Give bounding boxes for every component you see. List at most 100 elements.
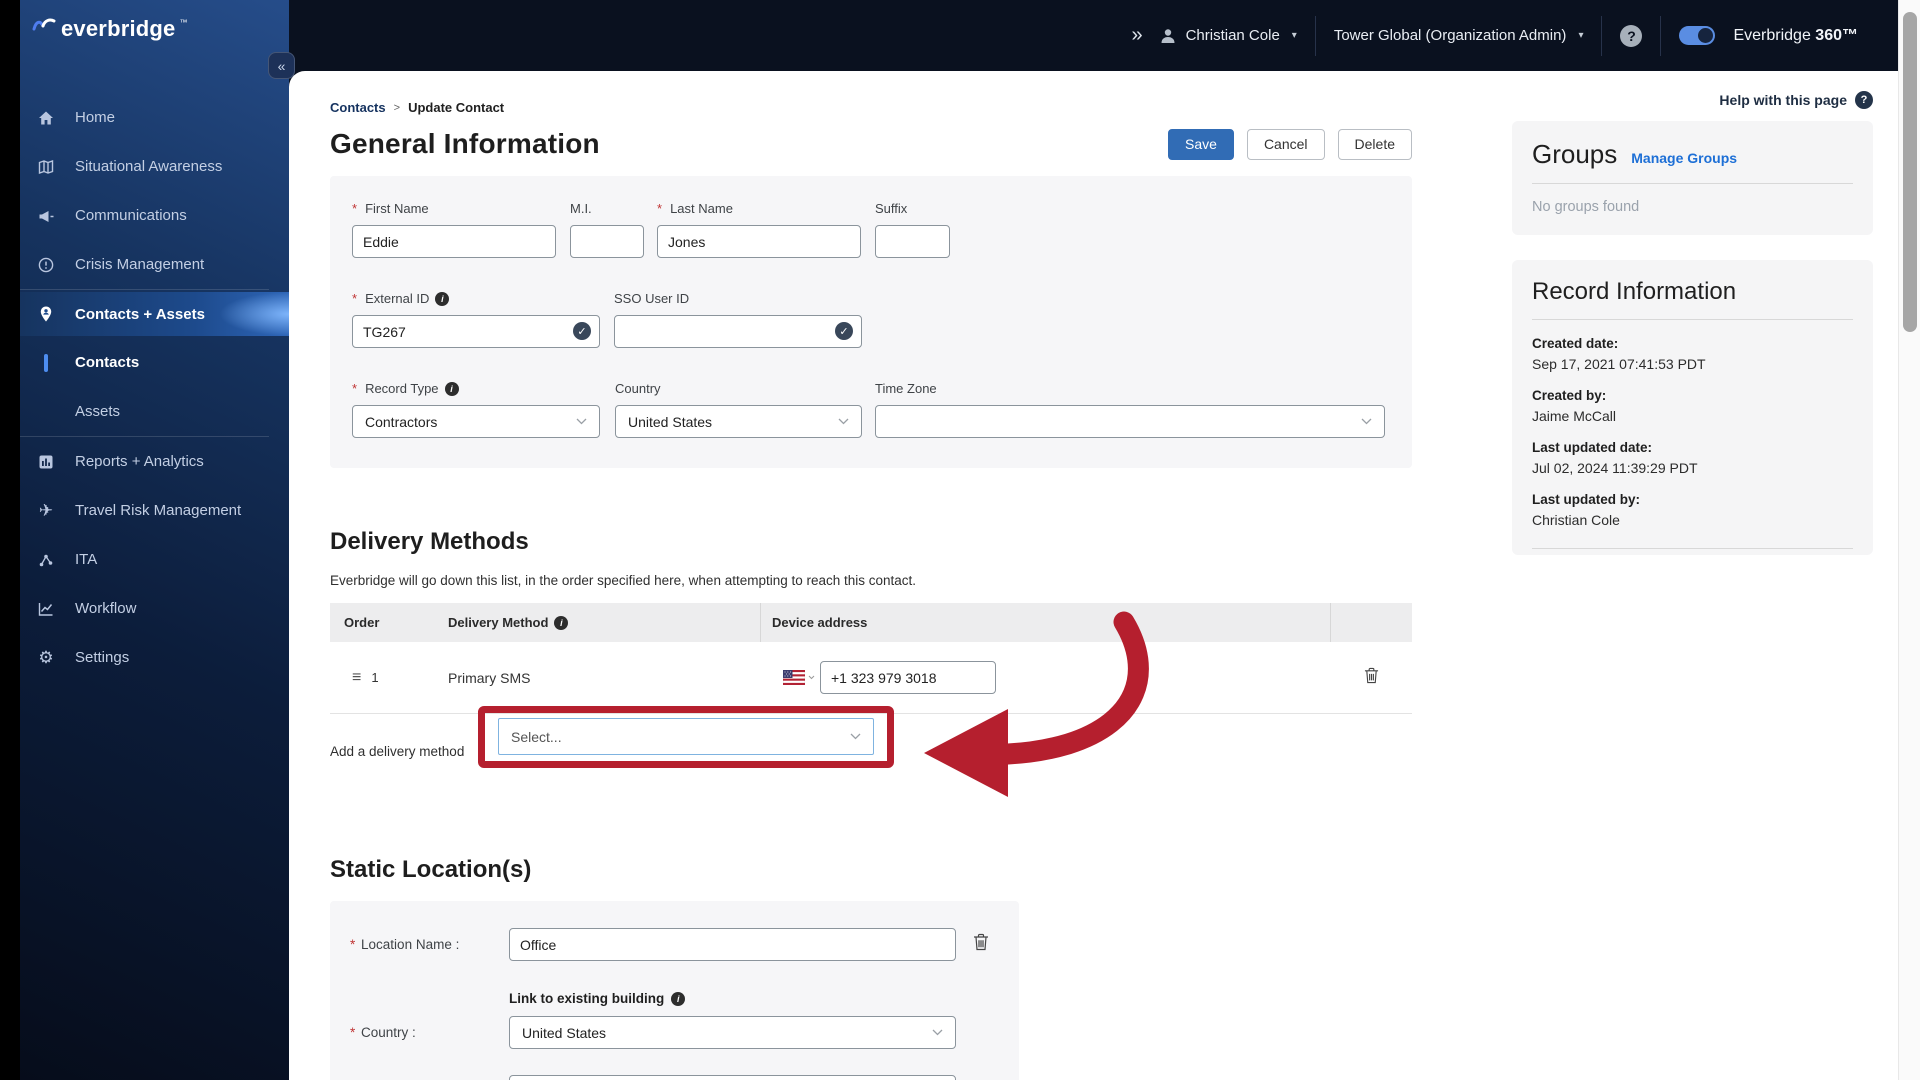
annotation-highlight-box: Select... (478, 706, 894, 768)
created-by-label: Created by: (1532, 388, 1607, 403)
sidebar-item-home[interactable]: Home (20, 93, 289, 142)
breadcrumb-current: Update Contact (408, 100, 505, 115)
breadcrumb-contacts-link[interactable]: Contacts (330, 100, 386, 115)
delete-delivery-method-icon[interactable] (1364, 667, 1379, 689)
sidebar-item-contacts[interactable]: Contacts (20, 338, 289, 387)
table-row: ≡ 1 Primary SMS (330, 642, 1412, 714)
chevron-down-icon: ▾ (1291, 30, 1297, 41)
divider (1532, 319, 1853, 320)
verified-check-icon: ✓ (835, 322, 853, 340)
order-number: 1 (371, 670, 379, 685)
delete-location-icon[interactable] (973, 933, 989, 956)
info-icon[interactable]: i (671, 991, 686, 1006)
sidebar-item-ita[interactable]: ITA (20, 535, 289, 584)
location-name-label: * Location Name : (350, 937, 460, 952)
general-info-card: *First Name M.I. *Last Name Suffix (330, 176, 1412, 468)
table-header: Order Delivery Method i Device address (330, 603, 1412, 642)
record-info-title: Record Information (1532, 278, 1737, 305)
sidebar-item-assets[interactable]: Assets (20, 387, 289, 436)
cancel-button[interactable]: Cancel (1246, 128, 1325, 160)
sidebar-nav: Home Situational Awareness Communication… (20, 93, 289, 682)
external-id-input[interactable] (352, 315, 600, 348)
sidebar-item-communications[interactable]: Communications (20, 191, 289, 240)
add-delivery-method-select[interactable]: Select... (498, 718, 874, 755)
help-with-page-link[interactable]: Help with this page ? (1512, 91, 1873, 109)
chevron-down-icon (1361, 418, 1372, 425)
add-delivery-method-row: Add a delivery method Select... (330, 611, 1412, 810)
time-zone-select[interactable] (875, 405, 1385, 438)
logo-trademark: ™ (179, 18, 188, 27)
phone-number-input[interactable] (820, 661, 996, 694)
divider (1660, 15, 1662, 56)
alert-circle-icon (36, 256, 56, 274)
sidebar-item-travel-risk[interactable]: ✈ Travel Risk Management (20, 486, 289, 535)
expand-nav-icon[interactable]: » (1131, 24, 1142, 47)
drag-handle-icon[interactable]: ≡ (352, 669, 361, 687)
record-type-label: * Record Type i (352, 381, 600, 396)
network-icon (36, 551, 56, 569)
chevron-down-icon (838, 418, 849, 425)
help-icon[interactable]: ? (1620, 24, 1643, 47)
title-row: General Information Save Cancel Delete (330, 128, 1412, 160)
sidebar-item-settings[interactable]: ⚙ Settings (20, 633, 289, 682)
created-date-label: Created date: (1532, 336, 1619, 351)
mi-input[interactable] (570, 225, 644, 258)
info-icon[interactable]: i (444, 381, 459, 396)
org-menu[interactable]: Tower Global (Organization Admin) ▾ (1334, 27, 1584, 44)
user-name: Christian Cole (1185, 27, 1280, 44)
add-delivery-method-label: Add a delivery method (330, 744, 465, 759)
mi-label: M.I. (570, 201, 592, 216)
first-name-input[interactable] (352, 225, 556, 258)
sidebar-item-situational-awareness[interactable]: Situational Awareness (20, 142, 289, 191)
collapse-sidebar-button[interactable]: « (268, 52, 295, 79)
first-name-label: * First Name (352, 201, 429, 216)
last-updated-date-label: Last updated date: (1532, 440, 1653, 455)
chevron-down-icon (932, 1029, 943, 1036)
manage-groups-link[interactable]: Manage Groups (1631, 150, 1737, 166)
main-content: Contacts > Update Contact General Inform… (289, 71, 1898, 1080)
last-updated-date-value: Jul 02, 2024 11:39:29 PDT (1532, 460, 1698, 476)
suffix-input[interactable] (875, 225, 950, 258)
logo-bird-icon (32, 18, 56, 31)
groups-panel: Groups Manage Groups No groups found (1512, 121, 1873, 235)
country-select[interactable]: United States (615, 405, 862, 438)
scrollbar-thumb[interactable] (1903, 12, 1917, 332)
bar-chart-icon (36, 453, 56, 471)
chevron-down-icon (850, 733, 861, 740)
suffix-label: Suffix (875, 201, 908, 216)
sidebar-item-reports-analytics[interactable]: Reports + Analytics (20, 437, 289, 486)
breadcrumb-separator: > (393, 101, 401, 114)
link-existing-building-label: Link to existing building i (509, 991, 1019, 1006)
save-button[interactable]: Save (1168, 128, 1234, 160)
location-country-select[interactable]: United States (509, 1016, 956, 1049)
sidebar-item-contacts-assets[interactable]: Contacts + Assets (20, 292, 289, 336)
everbridge-360-toggle[interactable] (1679, 26, 1716, 45)
country-flag-select[interactable] (783, 670, 815, 685)
record-info-panel: Record Information Created date: Sep 17,… (1512, 260, 1873, 555)
delete-button[interactable]: Delete (1337, 128, 1412, 160)
sidebar-item-workflow[interactable]: Workflow (20, 584, 289, 633)
scrollbar[interactable] (1898, 0, 1920, 1080)
location-address-input[interactable] (509, 1075, 956, 1080)
gear-icon: ⚙ (38, 648, 54, 667)
info-icon[interactable]: i (435, 291, 450, 306)
groups-empty-text: No groups found (1532, 199, 1640, 215)
home-icon (36, 109, 56, 127)
delivery-methods-desc: Everbridge will go down this list, in th… (330, 573, 917, 588)
record-type-select[interactable]: Contractors (352, 405, 600, 438)
megaphone-icon (36, 207, 56, 225)
country-label: Country (615, 381, 661, 396)
location-name-input[interactable] (509, 928, 956, 961)
user-icon (1161, 28, 1175, 43)
user-menu[interactable]: Christian Cole ▾ (1159, 27, 1297, 45)
sso-user-id-input[interactable] (614, 315, 862, 348)
last-name-input[interactable] (657, 225, 861, 258)
info-icon[interactable]: i (554, 615, 569, 630)
sidebar-item-crisis-management[interactable]: Crisis Management (20, 240, 289, 289)
last-updated-by-value: Christian Cole (1532, 512, 1620, 528)
divider (1532, 183, 1853, 184)
sidebar: everbridge ™ « Home Situational Awarenes… (0, 0, 295, 1080)
last-updated-by-label: Last updated by: (1532, 492, 1641, 507)
time-zone-label: Time Zone (875, 381, 937, 396)
actions-column-header (1330, 603, 1412, 642)
